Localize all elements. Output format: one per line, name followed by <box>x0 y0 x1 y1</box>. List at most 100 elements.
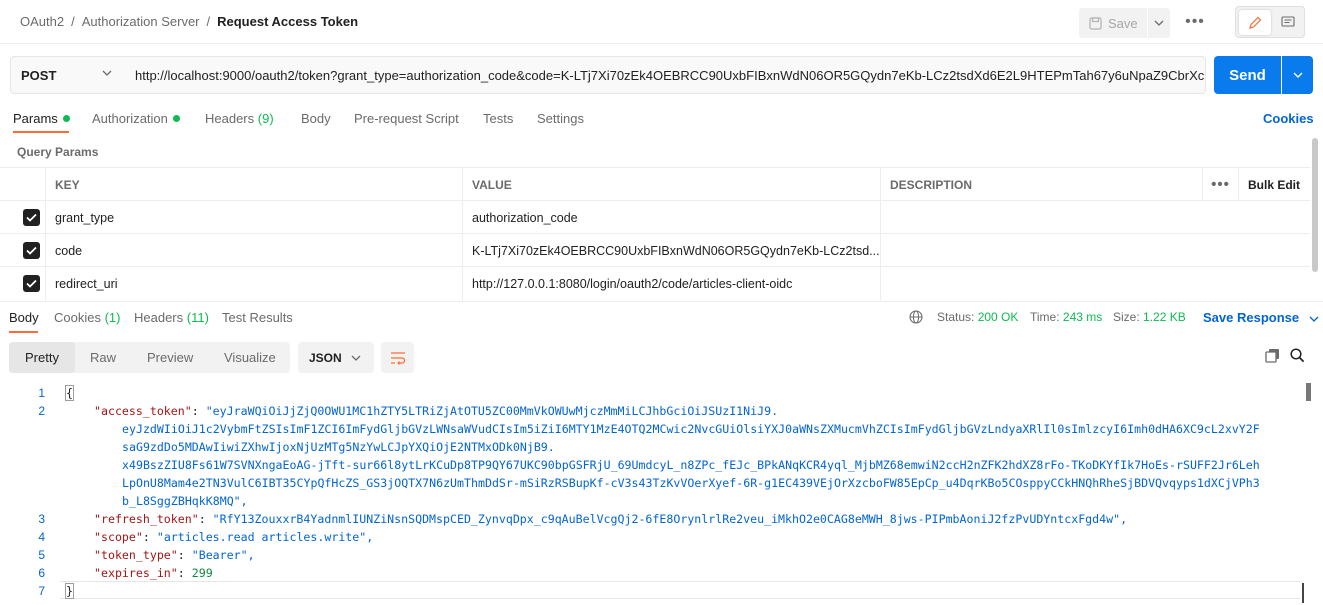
breadcrumb-collection[interactable]: OAuth2 <box>20 14 64 29</box>
more-actions-icon[interactable]: ••• <box>1184 12 1206 32</box>
tab-authorization[interactable]: Authorization <box>92 111 180 126</box>
format-pretty[interactable]: Pretty <box>9 342 75 373</box>
close-brace: } <box>65 583 74 599</box>
tab-headers[interactable]: Headers (9) <box>205 111 274 126</box>
json-key: "expires_in" <box>94 566 178 580</box>
status-value: 200 OK <box>977 310 1019 324</box>
response-tab-cookies[interactable]: Cookies (1) <box>54 310 120 325</box>
param-key-cell[interactable]: grant_type <box>45 201 462 234</box>
search-icon[interactable] <box>1290 348 1305 363</box>
response-tab-headers[interactable]: Headers (11) <box>134 310 209 325</box>
view-mode-toggle <box>1235 6 1305 38</box>
pane-divider[interactable] <box>0 301 1323 302</box>
chevron-down-icon <box>351 355 361 361</box>
response-body-editor[interactable]: 1 2 3 4 5 6 7 { "access_token": "eyJraWQ… <box>0 383 1300 605</box>
tab-headers-label: Headers <box>205 111 255 126</box>
line-number: 3 <box>38 512 45 526</box>
params-scrollbar[interactable] <box>1312 138 1318 272</box>
breadcrumb-folder[interactable]: Authorization Server <box>82 14 200 29</box>
authorization-status-dot <box>172 115 180 122</box>
param-value-cell[interactable]: K-LTj7Xi70zEk4OEBRCC90UxbFIBxnWdN06OR5GQ… <box>462 234 880 267</box>
code-line-wrapped: saG9zdDo5MDAwIiwiZXhwIjoxNjUzMTg5NzYwLCJ… <box>122 440 555 454</box>
param-key-cell[interactable]: code <box>45 234 462 267</box>
open-brace: { <box>65 385 74 401</box>
tab-pre-request-script[interactable]: Pre-request Script <box>354 111 459 126</box>
tab-params-label: Params <box>13 111 58 126</box>
bulk-edit-button[interactable]: Bulk Edit <box>1238 168 1310 201</box>
save-response-button[interactable]: Save Response <box>1203 310 1319 325</box>
param-description-cell[interactable] <box>880 201 1310 234</box>
format-raw[interactable]: Raw <box>90 342 116 373</box>
param-description-cell[interactable] <box>880 267 1310 300</box>
globe-icon[interactable] <box>909 310 923 324</box>
code-line: "refresh_token": "RfY13ZouxxrB4YadnmlIUN… <box>94 512 1128 526</box>
response-size[interactable]: Size: 1.22 KB <box>1113 310 1186 324</box>
copy-icon[interactable] <box>1265 348 1280 363</box>
code-line-wrapped: eyJzdWIiOiJ1c2VybmFtZSIsImF1ZCI6ImFydGlj… <box>122 422 1260 436</box>
save-options-button[interactable] <box>1148 8 1170 38</box>
json-key: "refresh_token" <box>94 512 199 526</box>
wrap-lines-button[interactable] <box>381 342 414 373</box>
param-value-cell[interactable]: http://127.0.0.1:8080/login/oauth2/code/… <box>462 267 880 300</box>
code-line: "expires_in": 299 <box>94 566 213 580</box>
edit-mode-button[interactable] <box>1239 10 1271 35</box>
code-line-wrapped: x49BszZIU8Fs61W7SVNXngaEoAG-jTft-sur66l8… <box>122 458 1260 472</box>
response-time[interactable]: Time: 243 ms <box>1030 310 1102 324</box>
request-title[interactable]: Request Access Token <box>217 14 358 29</box>
format-preview[interactable]: Preview <box>147 342 193 373</box>
json-string: "Bearer", <box>191 548 255 562</box>
chevron-down-icon <box>1293 72 1302 78</box>
table-options-icon[interactable]: ••• <box>1202 168 1238 201</box>
language-select[interactable]: JSON <box>298 342 374 373</box>
format-visualize[interactable]: Visualize <box>224 342 276 373</box>
documentation-mode-button[interactable] <box>1274 10 1302 35</box>
param-enabled-checkbox[interactable] <box>23 209 40 226</box>
code-line-wrapped: LpOnU8Mam4e2TN3VulC6IBT35CYpQfHcZS_GS3jO… <box>122 476 1260 490</box>
response-tab-cookies-label: Cookies <box>54 310 101 325</box>
send-options-button[interactable] <box>1282 56 1313 94</box>
text-cursor-icon <box>1302 583 1312 603</box>
headers-count: (9) <box>257 111 274 126</box>
json-number: 299 <box>191 566 213 580</box>
tab-tests[interactable]: Tests <box>483 111 513 126</box>
chevron-down-icon <box>1154 20 1164 26</box>
method-select[interactable]: POST <box>10 56 125 94</box>
json-string: "articles.read articles.write", <box>156 530 374 544</box>
comment-icon <box>1281 16 1295 27</box>
param-enabled-checkbox[interactable] <box>23 242 40 259</box>
response-tab-body[interactable]: Body <box>9 310 39 325</box>
checkmark-icon <box>26 213 37 222</box>
tab-settings[interactable]: Settings <box>537 111 584 126</box>
url-input[interactable]: http://localhost:9000/oauth2/token?grant… <box>124 56 1206 94</box>
response-headers-count: (11) <box>186 310 209 325</box>
save-button[interactable]: Save <box>1079 8 1147 38</box>
editor-scrollbar[interactable] <box>1306 383 1311 401</box>
params-status-dot <box>62 115 70 122</box>
table-row: grant_type authorization_code <box>0 200 1310 234</box>
wrap-lines-icon <box>390 351 405 365</box>
line-number: 2 <box>38 404 45 418</box>
response-status[interactable]: Status: 200 OK <box>937 310 1018 324</box>
response-tab-test-results[interactable]: Test Results <box>222 310 293 325</box>
cookies-link[interactable]: Cookies <box>1263 111 1314 126</box>
code-line: "access_token": "eyJraWQiOiJjZjQ0OWU1MC1… <box>94 404 779 418</box>
tab-body[interactable]: Body <box>301 111 331 126</box>
checkmark-icon <box>26 246 37 255</box>
code-line: { <box>65 385 74 401</box>
json-key: "scope" <box>94 530 143 544</box>
line-number: 7 <box>38 584 45 598</box>
send-button[interactable]: Send <box>1214 56 1281 94</box>
json-key: "token_type" <box>94 548 178 562</box>
param-value-cell[interactable]: authorization_code <box>462 201 880 234</box>
save-icon <box>1089 16 1102 30</box>
size-label: Size: <box>1113 310 1140 324</box>
line-number: 1 <box>38 386 45 400</box>
time-value: 243 ms <box>1062 310 1103 324</box>
param-enabled-checkbox[interactable] <box>23 275 40 292</box>
size-value: 1.22 KB <box>1143 310 1186 324</box>
save-label: Save <box>1108 15 1138 31</box>
param-key-cell[interactable]: redirect_uri <box>45 267 462 300</box>
param-description-cell[interactable] <box>880 234 1310 267</box>
column-header-key: KEY <box>45 168 462 201</box>
tab-params[interactable]: Params <box>13 111 70 126</box>
